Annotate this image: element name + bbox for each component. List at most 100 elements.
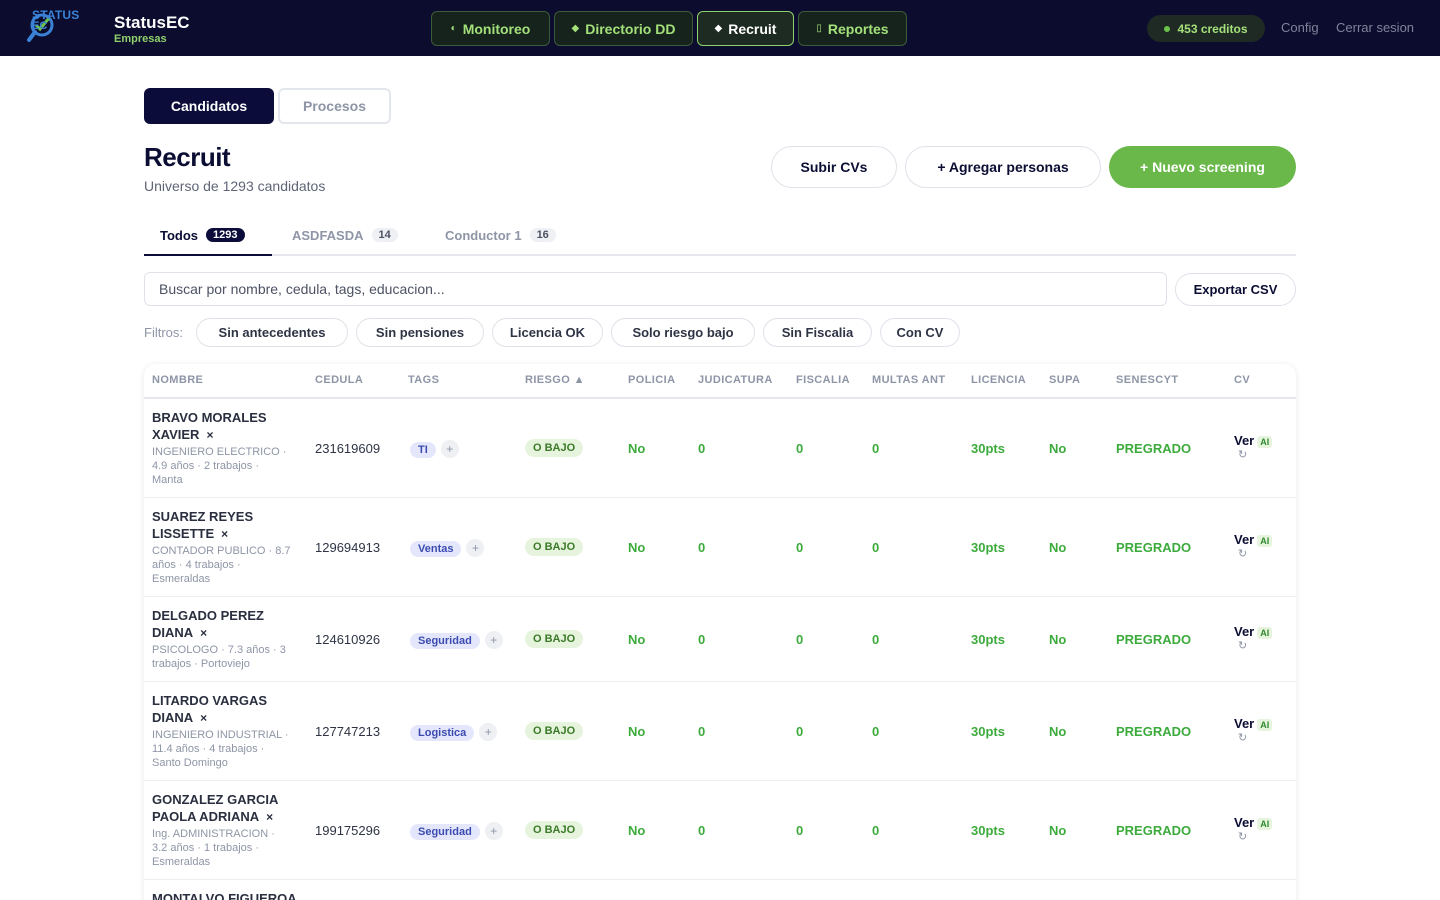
- add-tag-icon[interactable]: +: [484, 822, 503, 840]
- name-line-2: XAVIER: [152, 427, 200, 442]
- subtab-todos[interactable]: Todos 1293: [144, 228, 272, 256]
- nav-monitoreo[interactable]: ◐ Monitoreo: [431, 11, 550, 46]
- table-row[interactable]: SUAREZ REYES LISSETTE × CONTADOR PUBLICO ·…: [144, 498, 1296, 597]
- tag-badge[interactable]: Ventas: [410, 541, 462, 557]
- filter-chip[interactable]: Solo riesgo bajo: [611, 318, 755, 347]
- supa-value: No: [1049, 632, 1067, 647]
- col-fiscalia[interactable]: FISCALIA: [796, 374, 850, 386]
- cedula-value: 127747213: [315, 724, 381, 739]
- name-line-1: BRAVO MORALES: [152, 410, 267, 425]
- cv-view-link[interactable]: Ver: [1234, 532, 1254, 547]
- tab-procesos[interactable]: Procesos: [278, 88, 391, 124]
- risk-badge: O BAJO: [525, 538, 584, 556]
- subtab-asdfasda[interactable]: ASDFASDA 14: [292, 228, 398, 256]
- cv-view-link[interactable]: Ver: [1234, 815, 1254, 830]
- filter-chip[interactable]: Sin antecedentes: [196, 318, 348, 347]
- new-screening-button[interactable]: + Nuevo screening: [1109, 146, 1296, 188]
- ai-badge: AI: [1257, 535, 1273, 547]
- col-licencia[interactable]: LICENCIA: [971, 374, 1026, 386]
- remove-icon[interactable]: ×: [206, 428, 213, 442]
- col-multas-ant[interactable]: MULTAS ANT: [872, 374, 945, 386]
- senescyt-value: PREGRADO: [1116, 632, 1192, 647]
- tag-badge[interactable]: TI: [410, 442, 436, 458]
- fiscalia-value: 0: [796, 441, 804, 456]
- meta-line: PSICOLOGO · 7.3 años · 3: [152, 644, 286, 656]
- table-row[interactable]: LITARDO VARGAS DIANA × INGENIERO INDUSTRIA…: [144, 682, 1296, 781]
- judicatura-value: 0: [698, 441, 706, 456]
- cv-view-link[interactable]: Ver: [1234, 624, 1254, 639]
- candidates-table: NOMBRE CEDULA TAGS RIESGO ▲ POLICIA JUDI…: [144, 364, 1296, 900]
- add-tag-icon[interactable]: +: [440, 440, 459, 458]
- col-supa[interactable]: SUPA: [1049, 374, 1080, 386]
- refresh-icon[interactable]: ↻: [1238, 731, 1247, 744]
- cv-view-link[interactable]: Ver: [1234, 433, 1254, 448]
- meta-line: 11.4 años · 4 trabajos ·: [152, 743, 265, 755]
- config-link[interactable]: Config: [1281, 20, 1319, 35]
- fiscalia-value: 0: [796, 823, 804, 838]
- filter-chip[interactable]: Con CV: [880, 318, 960, 347]
- tags-cell: TI +: [410, 440, 459, 458]
- cedula-value: 199175296: [315, 823, 381, 838]
- senescyt-value: PREGRADO: [1116, 823, 1192, 838]
- brand-name[interactable]: StatusEC: [114, 13, 190, 33]
- col-judicatura[interactable]: JUDICATURA: [698, 374, 773, 386]
- policia-value: No: [628, 632, 646, 647]
- tab-candidatos[interactable]: Candidatos: [144, 88, 274, 124]
- refresh-icon[interactable]: ↻: [1238, 448, 1247, 461]
- credits-badge: 453 creditos: [1147, 15, 1265, 42]
- table-row[interactable]: GONZALEZ GARCIA PAOLA ADRIANA × Ing. ADMIN…: [144, 781, 1296, 880]
- name-line-1: GONZALEZ GARCIA: [152, 792, 279, 807]
- tag-badge[interactable]: Logistica: [410, 725, 475, 741]
- nav-reportes[interactable]: ▯ Reportes: [798, 11, 907, 46]
- nav-recruit[interactable]: ◆ Recruit: [697, 11, 794, 46]
- refresh-icon[interactable]: ↻: [1238, 830, 1247, 843]
- count-badge: 1293: [206, 228, 245, 242]
- logout-link[interactable]: Cerrar sesion: [1336, 20, 1414, 35]
- table-row[interactable]: MONTALVO FIGUEROA: [144, 880, 1296, 900]
- refresh-icon[interactable]: ↻: [1238, 547, 1247, 560]
- subtab-conductor-1[interactable]: Conductor 1 16: [445, 228, 556, 256]
- cv-view-link[interactable]: Ver: [1234, 716, 1254, 731]
- meta-line: 3.2 años · 1 trabajos ·: [152, 842, 260, 854]
- tag-badge[interactable]: Seguridad: [410, 824, 480, 840]
- remove-icon[interactable]: ×: [221, 527, 228, 541]
- nav-directorio-dd[interactable]: ◆ Directorio DD: [554, 11, 693, 46]
- table-row[interactable]: BRAVO MORALES XAVIER × INGENIERO ELECTRICO…: [144, 399, 1296, 498]
- tags-cell: Ventas +: [410, 539, 485, 557]
- remove-icon[interactable]: ×: [200, 626, 207, 640]
- col-cv[interactable]: CV: [1234, 374, 1250, 386]
- export-csv-button[interactable]: Exportar CSV: [1175, 273, 1296, 306]
- meta-line: Manta: [152, 474, 183, 486]
- upload-cvs-button[interactable]: Subir CVs: [771, 146, 897, 188]
- col-riesgo[interactable]: RIESGO ▲: [525, 374, 585, 386]
- judicatura-value: 0: [698, 823, 706, 838]
- search-input[interactable]: Buscar por nombre, cedula, tags, educaci…: [144, 272, 1167, 306]
- add-tag-icon[interactable]: +: [479, 723, 498, 741]
- filter-chip[interactable]: Sin pensiones: [356, 318, 484, 347]
- col-nombre[interactable]: NOMBRE: [152, 374, 203, 386]
- logo-text-ec: EC: [32, 20, 48, 32]
- table-row[interactable]: DELGADO PEREZ DIANA × PSICOLOGO · 7.3 años…: [144, 597, 1296, 682]
- count-badge: 16: [529, 228, 556, 242]
- add-tag-icon[interactable]: +: [484, 631, 503, 649]
- risk-badge: O BAJO: [525, 821, 584, 839]
- col-senescyt[interactable]: SENESCYT: [1116, 374, 1179, 386]
- col-cedula[interactable]: CEDULA: [315, 374, 363, 386]
- remove-icon[interactable]: ×: [266, 810, 273, 824]
- refresh-icon[interactable]: ↻: [1238, 639, 1247, 652]
- remove-icon[interactable]: ×: [200, 711, 207, 725]
- risk-badge: O BAJO: [525, 722, 584, 740]
- add-tag-icon[interactable]: +: [466, 539, 485, 557]
- filter-chip[interactable]: Licencia OK: [492, 318, 603, 347]
- tag-badge[interactable]: Seguridad: [410, 633, 480, 649]
- multas-value: 0: [872, 823, 880, 838]
- supa-value: No: [1049, 823, 1067, 838]
- add-people-button[interactable]: + Agregar personas: [905, 146, 1101, 188]
- senescyt-value: PREGRADO: [1116, 441, 1192, 456]
- filter-chip[interactable]: Sin Fiscalia: [763, 318, 872, 347]
- col-policia[interactable]: POLICIA: [628, 374, 675, 386]
- col-tags[interactable]: TAGS: [408, 374, 439, 386]
- candidate-name: MONTALVO FIGUEROA: [152, 890, 352, 900]
- name-line-2: PAOLA ADRIANA: [152, 809, 260, 824]
- licencia-value: 30pts: [971, 724, 1005, 739]
